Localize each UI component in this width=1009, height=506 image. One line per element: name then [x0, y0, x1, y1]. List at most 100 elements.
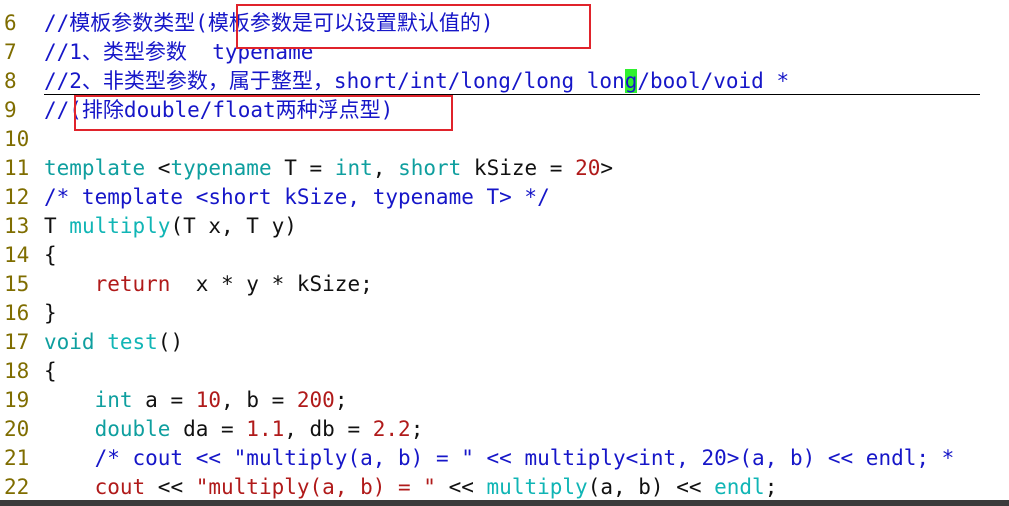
code-token: template — [44, 156, 146, 180]
code-text: int a = 10, b = 200; — [44, 386, 348, 415]
code-token: endl — [714, 475, 765, 499]
line-number: 6 — [4, 11, 17, 35]
line-number: 14 — [4, 243, 30, 267]
code-token: (a, b) << — [587, 475, 715, 499]
code-text: double da = 1.1, db = 2.2; — [44, 415, 424, 444]
code-line[interactable]: 16} — [0, 299, 57, 328]
code-token: multiply — [486, 475, 588, 499]
code-token: T — [44, 214, 70, 238]
code-token: } — [44, 301, 57, 325]
code-line[interactable]: 13 T multiply(T x, T y) — [0, 212, 297, 241]
code-token: short — [398, 156, 462, 180]
line-number: 15 — [4, 272, 30, 296]
code-token: 10 — [195, 388, 222, 412]
code-token: x * y * kSize; — [170, 272, 373, 296]
code-token: test — [107, 330, 158, 354]
code-token: //2、非类型参数，属于整型，short/int/long/long lon — [44, 69, 625, 93]
code-token: 2.2 — [372, 417, 411, 441]
code-token: cout — [94, 475, 146, 499]
line-number: 21 — [4, 446, 30, 470]
code-line[interactable]: 12 /* template <short kSize, typename T> … — [0, 183, 550, 212]
line-number: 7 — [4, 40, 17, 64]
code-line[interactable]: 11 template <typename T = int, short kSiz… — [0, 154, 613, 183]
line-number: 10 — [4, 127, 30, 151]
code-token: < — [145, 156, 171, 180]
code-text: template <typename T = int, short kSize … — [44, 154, 613, 183]
code-token: 200 — [296, 388, 335, 412]
code-text: void test() — [44, 328, 183, 357]
line-number: 9 — [4, 98, 17, 122]
line-number: 16 — [4, 301, 30, 325]
code-token: typename — [170, 156, 272, 180]
code-text: //2、非类型参数，属于整型，short/int/long/long long/… — [44, 67, 789, 96]
code-line[interactable]: 15 return x * y * kSize; — [0, 270, 373, 299]
line-number: 18 — [4, 359, 30, 383]
code-text: /* cout << "multiply(a, b) = " << multip… — [44, 444, 955, 473]
code-text: { — [44, 357, 57, 386]
code-token: (T x, T y) — [170, 214, 297, 238]
code-token: void — [44, 330, 95, 354]
code-token: double — [94, 417, 171, 441]
code-line[interactable]: 20 double da = 1.1, db = 2.2; — [0, 415, 423, 444]
code-token: int — [334, 156, 373, 180]
code-token: , b = — [221, 388, 297, 412]
line-number: 11 — [4, 156, 30, 180]
code-text: cout << "multiply(a, b) = " << multiply(… — [44, 473, 778, 502]
code-token: da = — [170, 417, 247, 441]
code-token: ; — [764, 475, 778, 499]
code-token: 20 — [575, 156, 601, 180]
code-line[interactable]: 19 int a = 10, b = 200; — [0, 386, 347, 415]
code-token: , db = — [284, 417, 373, 441]
line-underline — [44, 94, 980, 95]
code-token: T = — [271, 156, 335, 180]
code-token: , — [372, 156, 399, 180]
text-cursor: g — [624, 69, 638, 93]
code-text: /* template <short kSize, typename T> */ — [44, 183, 550, 212]
code-token: { — [44, 243, 57, 267]
code-line[interactable]: 10 — [0, 125, 44, 154]
code-line[interactable]: 21 /* cout << "multiply(a, b) = " << mul… — [0, 444, 954, 473]
line-number: 8 — [4, 69, 17, 93]
code-line[interactable]: 17 void test() — [0, 328, 183, 357]
line-number: 17 — [4, 330, 30, 354]
code-token: ; — [334, 388, 348, 412]
code-token: return — [94, 272, 171, 296]
code-token: /* template <short kSize, typename T> */ — [44, 185, 550, 209]
code-token: /bool/void * — [637, 69, 790, 93]
line-number: 12 — [4, 185, 30, 209]
highlight-box-exclude-float — [74, 95, 453, 131]
code-token: a = — [132, 388, 196, 412]
code-token: ; — [410, 417, 424, 441]
line-number: 19 — [4, 388, 30, 412]
code-text: { — [44, 241, 57, 270]
code-token: > — [600, 156, 614, 180]
code-text: return x * y * kSize; — [44, 270, 373, 299]
code-editor[interactable]: 6//模板参数类型(模板参数是可以设置默认值的) 7//1、类型参数 typena… — [0, 0, 1009, 506]
code-token: << — [145, 475, 196, 499]
code-token: int — [94, 388, 133, 412]
code-token: << — [435, 475, 487, 499]
code-text: T multiply(T x, T y) — [44, 212, 297, 241]
code-token: kSize = — [461, 156, 576, 180]
code-text: } — [44, 299, 57, 328]
editor-bottom-bar — [0, 500, 1009, 506]
code-token: () — [157, 330, 184, 354]
code-token: { — [44, 359, 57, 383]
code-line[interactable]: 14 { — [0, 241, 57, 270]
highlight-box-default-values — [236, 4, 591, 49]
code-line[interactable]: 18 { — [0, 357, 57, 386]
code-token: /* cout << "multiply(a, b) = " << multip… — [94, 446, 955, 470]
code-token: "multiply(a, b) = " — [195, 475, 436, 499]
line-number: 22 — [4, 475, 30, 499]
code-line[interactable]: 8 //2、非类型参数，属于整型，short/int/long/long long… — [0, 67, 789, 96]
code-token: multiply — [69, 214, 171, 238]
code-line[interactable]: 22 cout << "multiply(a, b) = " << multip… — [0, 473, 777, 502]
code-token: 1.1 — [246, 417, 285, 441]
line-number: 20 — [4, 417, 30, 441]
